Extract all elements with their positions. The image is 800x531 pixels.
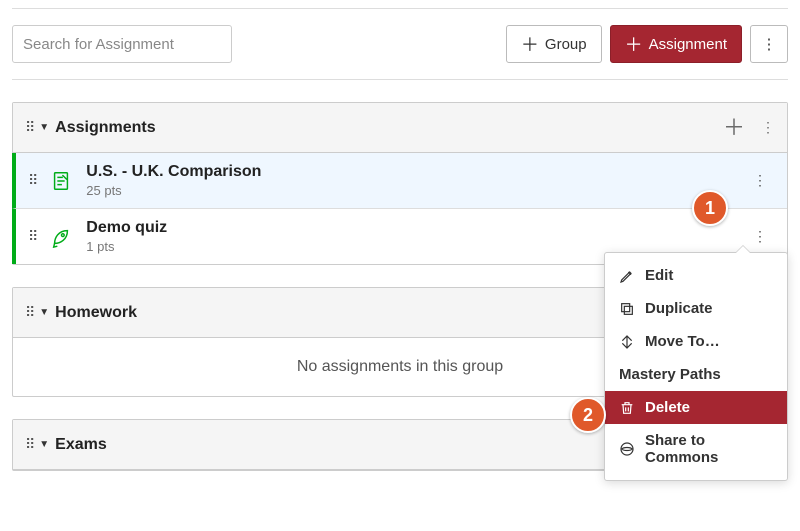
row-context-menu: Edit Duplicate Move To… Mastery Paths De… xyxy=(604,252,788,481)
menu-mastery-paths-label: Mastery Paths xyxy=(619,366,721,383)
assignment-title: U.S. - U.K. Comparison xyxy=(86,163,261,181)
toolbar: ＋ Group ＋ Assignment ⋮ xyxy=(0,9,800,79)
menu-edit[interactable]: Edit xyxy=(605,259,787,292)
group-add-item-button[interactable]: ＋ xyxy=(723,117,745,139)
toolbar-more-button[interactable]: ⋮ xyxy=(750,25,788,63)
caret-down-icon[interactable]: ▼ xyxy=(39,307,49,318)
add-assignment-label: Assignment xyxy=(649,36,727,53)
group-header[interactable]: ⠿ ▼ Assignments ＋ ⋮ xyxy=(13,103,787,153)
menu-delete[interactable]: Delete xyxy=(605,391,787,424)
assignment-row[interactable]: ⠿ U.S. - U.K. Comparison 25 pts ⋮ xyxy=(12,153,787,208)
caret-down-icon[interactable]: ▼ xyxy=(39,439,49,450)
group-assignments: ⠿ ▼ Assignments ＋ ⋮ ⠿ U.S. - U.K. Compar… xyxy=(12,102,788,265)
menu-duplicate-label: Duplicate xyxy=(645,300,713,317)
move-icon xyxy=(619,334,635,350)
drag-handle-icon[interactable]: ⠿ xyxy=(25,304,33,321)
menu-mastery-paths[interactable]: Mastery Paths xyxy=(605,358,787,391)
group-more-button[interactable]: ⋮ xyxy=(761,119,775,136)
document-icon xyxy=(50,170,72,192)
menu-edit-label: Edit xyxy=(645,267,673,284)
callout-marker-2: 2 xyxy=(570,397,606,433)
caret-down-icon[interactable]: ▼ xyxy=(39,122,49,133)
assignment-points: 25 pts xyxy=(86,183,261,198)
commons-icon xyxy=(619,441,635,457)
plus-icon: ＋ xyxy=(521,31,539,57)
pencil-icon xyxy=(619,268,635,284)
group-title: Assignments xyxy=(55,119,155,137)
group-title: Homework xyxy=(55,304,137,322)
add-group-button[interactable]: ＋ Group xyxy=(506,25,602,63)
drag-handle-icon[interactable]: ⠿ xyxy=(25,436,33,453)
menu-move-to-label: Move To… xyxy=(645,333,720,350)
more-vertical-icon: ⋮ xyxy=(762,35,777,53)
menu-duplicate[interactable]: Duplicate xyxy=(605,292,787,325)
menu-share-commons-label: Share to Commons xyxy=(645,432,773,466)
add-group-label: Group xyxy=(545,36,587,53)
drag-handle-icon[interactable]: ⠿ xyxy=(25,119,33,136)
trash-icon xyxy=(619,400,635,416)
drag-handle-icon[interactable]: ⠿ xyxy=(28,228,36,245)
add-assignment-button[interactable]: ＋ Assignment xyxy=(610,25,742,63)
menu-move-to[interactable]: Move To… xyxy=(605,325,787,358)
search-input[interactable] xyxy=(12,25,232,63)
group-title: Exams xyxy=(55,436,107,454)
menu-share-commons[interactable]: Share to Commons xyxy=(605,424,787,474)
plus-icon: ＋ xyxy=(625,31,643,57)
callout-marker-1: 1 xyxy=(692,190,728,226)
drag-handle-icon[interactable]: ⠿ xyxy=(28,172,36,189)
assignment-more-button[interactable]: ⋮ xyxy=(745,166,775,195)
assignment-points: 1 pts xyxy=(86,239,167,254)
assignment-title: Demo quiz xyxy=(86,219,167,237)
rocket-icon xyxy=(50,226,72,248)
duplicate-icon xyxy=(619,301,635,317)
menu-delete-label: Delete xyxy=(645,399,690,416)
